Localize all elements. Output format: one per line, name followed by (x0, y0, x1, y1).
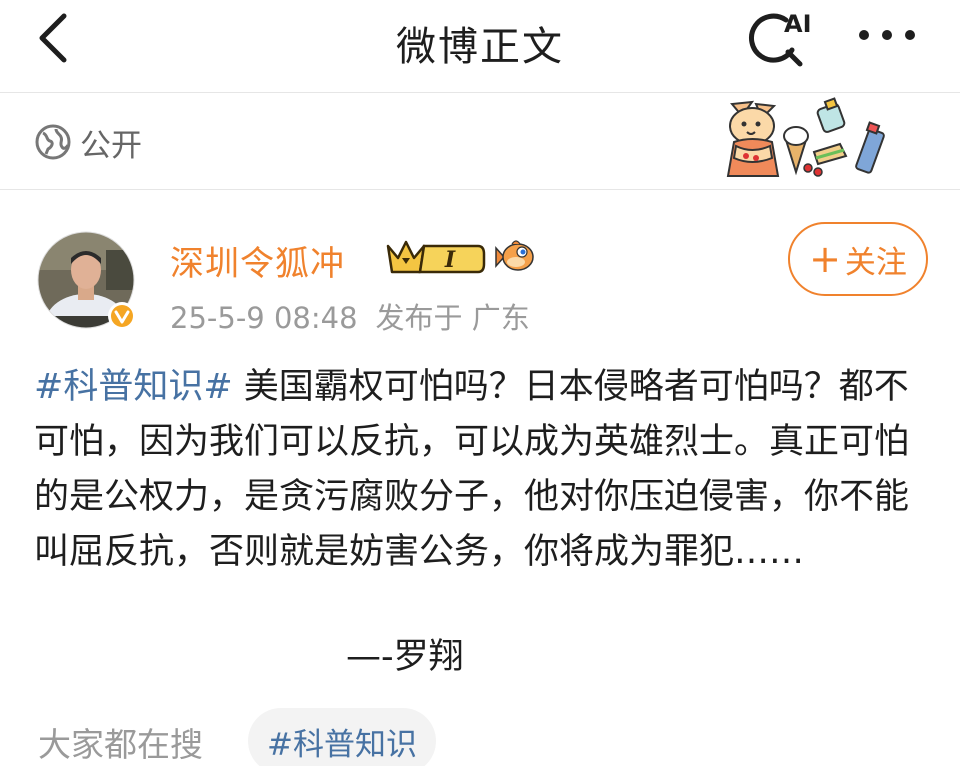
vip-crown-badge-icon[interactable]: I (382, 236, 486, 278)
post-location: 发布于 广东 (375, 301, 530, 335)
vip-level: I (444, 247, 456, 273)
visibility-indicator: 公开 (34, 122, 142, 164)
ai-search-icon: AI (749, 10, 812, 67)
more-dots-icon (859, 30, 915, 40)
section-divider (0, 189, 960, 190)
ai-label: AI (784, 10, 812, 38)
fish-badge-icon[interactable] (494, 238, 536, 276)
post-meta: 25-5-9 08:48 发布于 广东 (170, 295, 530, 337)
globe-icon (35, 124, 71, 160)
verified-badge-icon (108, 302, 136, 330)
mascot-sticker (726, 97, 885, 177)
ai-search-button[interactable]: AI (748, 6, 814, 70)
follow-button[interactable]: + 关注 (788, 222, 928, 296)
top-bar: 微博正文 AI (0, 0, 960, 92)
author-name[interactable]: 深圳令狐冲 (170, 236, 345, 285)
post-text: #科普知识# 美国霸权可怕吗？日本侵略者可怕吗？都不可怕，因为我们可以反抗，可以… (34, 360, 924, 580)
more-button[interactable] (852, 12, 922, 58)
post-signature: —-罗翔 (346, 637, 464, 677)
header-divider (0, 92, 960, 93)
page-title: 微博正文 (396, 24, 564, 70)
avatar[interactable] (36, 230, 140, 334)
trending-search-chip[interactable]: #科普知识 (248, 708, 436, 766)
follow-label: 关注 (844, 244, 907, 281)
trending-search-label: 大家都在搜 (38, 725, 203, 764)
post-time: 25-5-9 08:48 (170, 301, 358, 335)
plus-icon: + (809, 237, 841, 281)
hashtag-link[interactable]: #科普知识# (34, 367, 233, 407)
visibility-label: 公开 (80, 127, 142, 164)
